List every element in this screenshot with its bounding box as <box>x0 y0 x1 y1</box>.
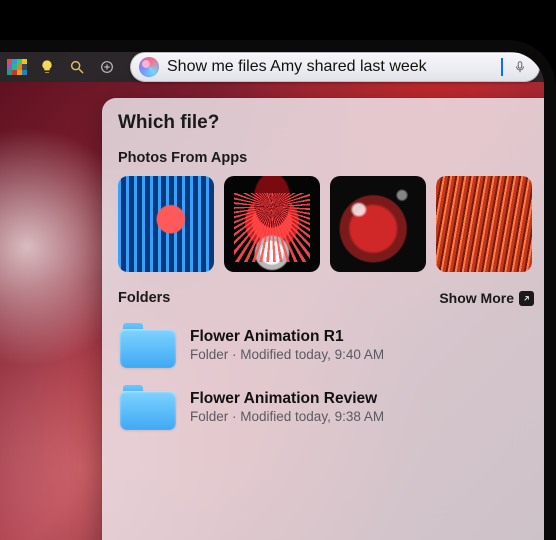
app-icon[interactable] <box>96 56 118 78</box>
assistant-prompt: Which file? <box>118 112 534 134</box>
section-title-photos: Photos From Apps <box>118 150 534 166</box>
laptop-screen: Which file? Photos From Apps Folders Sho… <box>0 52 544 540</box>
color-grid-icon[interactable] <box>6 56 28 78</box>
show-more-button[interactable]: Show More <box>439 290 534 306</box>
folder-name: Flower Animation R1 <box>190 328 384 346</box>
siri-icon[interactable] <box>139 57 159 77</box>
folder-detail: Folder · Modified today, 9:40 AM <box>190 347 384 362</box>
folder-row[interactable]: Flower Animation Review Folder · Modifie… <box>118 376 534 438</box>
folder-name: Flower Animation Review <box>190 390 384 408</box>
lightbulb-icon[interactable] <box>36 56 58 78</box>
show-more-label: Show More <box>439 290 514 306</box>
spotlight-search-bar[interactable] <box>130 52 540 82</box>
laptop-bezel: Which file? Photos From Apps Folders Sho… <box>0 40 556 540</box>
text-caret <box>501 58 503 76</box>
magnifier-icon[interactable] <box>66 56 88 78</box>
menu-bar <box>0 52 544 82</box>
photo-thumb-4[interactable] <box>436 176 532 272</box>
open-external-icon <box>519 291 534 306</box>
photo-thumb-1[interactable] <box>118 176 214 272</box>
photo-thumb-2[interactable] <box>224 176 320 272</box>
spotlight-results-panel: Which file? Photos From Apps Folders Sho… <box>102 98 544 540</box>
photo-thumb-3[interactable] <box>330 176 426 272</box>
folder-row[interactable]: Flower Animation R1 Folder · Modified to… <box>118 314 534 376</box>
folder-icon <box>120 322 176 368</box>
photos-row <box>118 176 534 272</box>
spotlight-search-input[interactable] <box>167 58 499 76</box>
section-title-folders: Folders <box>118 290 170 306</box>
folder-icon <box>120 384 176 430</box>
folder-detail: Folder · Modified today, 9:38 AM <box>190 409 384 424</box>
mic-icon[interactable] <box>511 58 529 76</box>
